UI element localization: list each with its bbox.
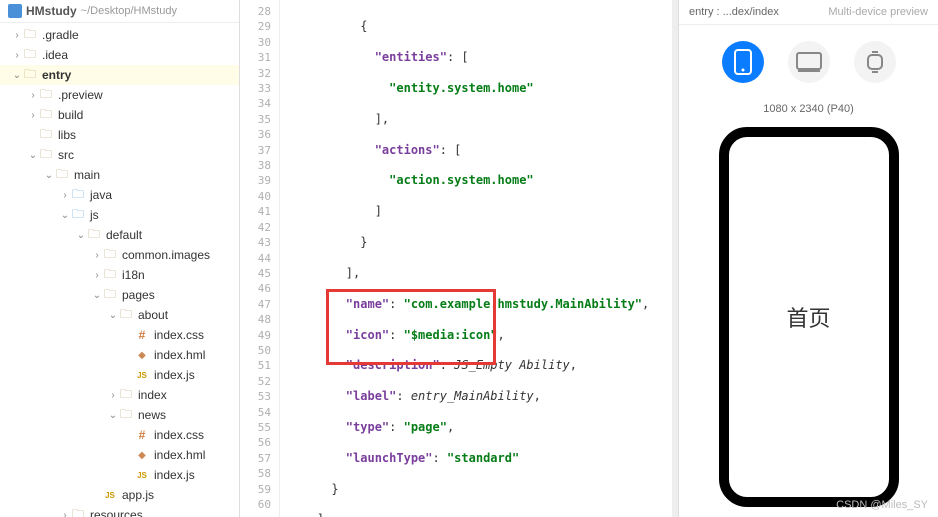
- project-path: ~/Desktop/HMstudy: [81, 5, 177, 17]
- js-file-icon: [134, 468, 150, 482]
- tree-item-preview[interactable]: ›🗀.preview: [0, 85, 239, 105]
- project-name: HMstudy: [26, 4, 77, 18]
- folder-icon: 🗀: [22, 48, 38, 62]
- device-resolution: 1080 x 2340 (P40): [679, 99, 938, 127]
- phone-device-button[interactable]: [722, 41, 764, 83]
- folder-icon: 🗀: [38, 148, 54, 162]
- tree-item-news-css[interactable]: index.css: [0, 425, 239, 445]
- preview-panel: entry : ...dex/index Multi-device previe…: [678, 0, 938, 517]
- preview-breadcrumb: entry : ...dex/index: [689, 6, 779, 18]
- line-gutter: 2829303132333435363738394041424344454647…: [240, 0, 280, 517]
- hml-file-icon: [134, 448, 150, 462]
- watch-icon: [865, 50, 885, 74]
- tree-item-app-js[interactable]: app.js: [0, 485, 239, 505]
- folder-icon: 🗀: [22, 68, 38, 82]
- chevron-right-icon[interactable]: ›: [12, 30, 22, 41]
- folder-icon: 🗀: [86, 228, 102, 242]
- folder-icon: 🗀: [54, 168, 70, 182]
- preview-mode-label[interactable]: Multi-device preview: [828, 6, 928, 18]
- folder-icon: 🗀: [70, 188, 86, 202]
- folder-icon: 🗀: [102, 268, 118, 282]
- tree-item-default[interactable]: ⌄🗀default: [0, 225, 239, 245]
- phone-icon: [734, 49, 752, 75]
- tree-item-about-js[interactable]: index.js: [0, 365, 239, 385]
- device-selector: [679, 25, 938, 99]
- tree-item-entry[interactable]: ⌄🗀entry: [0, 65, 239, 85]
- js-file-icon: [102, 488, 118, 502]
- code-area[interactable]: { "entities": [ "entity.system.home" ], …: [280, 0, 672, 517]
- tree-item-news-hml[interactable]: index.hml: [0, 445, 239, 465]
- folder-icon: 🗀: [118, 308, 134, 322]
- chevron-down-icon[interactable]: ⌄: [12, 70, 22, 81]
- watermark: CSDN @Miles_SY: [836, 499, 928, 511]
- hml-file-icon: [134, 348, 150, 362]
- preview-header: entry : ...dex/index Multi-device previe…: [679, 0, 938, 25]
- tablet-device-button[interactable]: [788, 41, 830, 83]
- tree-item-main[interactable]: ⌄🗀main: [0, 165, 239, 185]
- tree-item-common-images[interactable]: ›🗀common.images: [0, 245, 239, 265]
- folder-icon: 🗀: [70, 208, 86, 222]
- folder-icon: 🗀: [102, 248, 118, 262]
- tree-item-about[interactable]: ⌄🗀about: [0, 305, 239, 325]
- tree-item-libs[interactable]: 🗀libs: [0, 125, 239, 145]
- tree-item-resources[interactable]: ›🗀resources: [0, 505, 239, 517]
- folder-icon: 🗀: [22, 28, 38, 42]
- tree-item-idea[interactable]: ›🗀.idea: [0, 45, 239, 65]
- folder-icon: 🗀: [118, 408, 134, 422]
- folder-icon: 🗀: [70, 508, 86, 517]
- editor-panel: ≡ ▣ ⊘ 1 ✓ 4 ⌃ ⌄ 282930313233343536373839…: [240, 0, 678, 517]
- css-file-icon: [134, 328, 150, 342]
- project-tree-panel: HMstudy ~/Desktop/HMstudy ›🗀.gradle ›🗀.i…: [0, 0, 240, 517]
- tree-item-index[interactable]: ›🗀index: [0, 385, 239, 405]
- project-header: HMstudy ~/Desktop/HMstudy: [0, 0, 239, 23]
- css-file-icon: [134, 428, 150, 442]
- phone-screen-text: 首页: [786, 301, 830, 333]
- watch-device-button[interactable]: [854, 41, 896, 83]
- js-file-icon: [134, 368, 150, 382]
- tree-item-about-hml[interactable]: index.hml: [0, 345, 239, 365]
- tree-item-news[interactable]: ⌄🗀news: [0, 405, 239, 425]
- tree-item-js[interactable]: ⌄🗀js: [0, 205, 239, 225]
- tree-item-news-js[interactable]: index.js: [0, 465, 239, 485]
- file-tree[interactable]: ›🗀.gradle ›🗀.idea ⌄🗀entry ›🗀.preview ›🗀b…: [0, 23, 239, 517]
- code-editor[interactable]: 2829303132333435363738394041424344454647…: [240, 0, 678, 517]
- folder-icon: 🗀: [38, 108, 54, 122]
- phone-frame: 首页: [719, 127, 899, 507]
- tree-item-about-css[interactable]: index.css: [0, 325, 239, 345]
- folder-icon: 🗀: [38, 128, 54, 142]
- folder-icon: 🗀: [38, 88, 54, 102]
- scrollbar[interactable]: [672, 0, 678, 517]
- tree-item-src[interactable]: ⌄🗀src: [0, 145, 239, 165]
- tree-item-java[interactable]: ›🗀java: [0, 185, 239, 205]
- tree-item-pages[interactable]: ⌄🗀pages: [0, 285, 239, 305]
- project-icon: [8, 4, 22, 18]
- tree-item-build[interactable]: ›🗀build: [0, 105, 239, 125]
- folder-icon: 🗀: [102, 288, 118, 302]
- tablet-icon: [796, 52, 822, 72]
- tree-item-i18n[interactable]: ›🗀i18n: [0, 265, 239, 285]
- folder-icon: 🗀: [118, 388, 134, 402]
- tree-item-gradle-dir[interactable]: ›🗀.gradle: [0, 25, 239, 45]
